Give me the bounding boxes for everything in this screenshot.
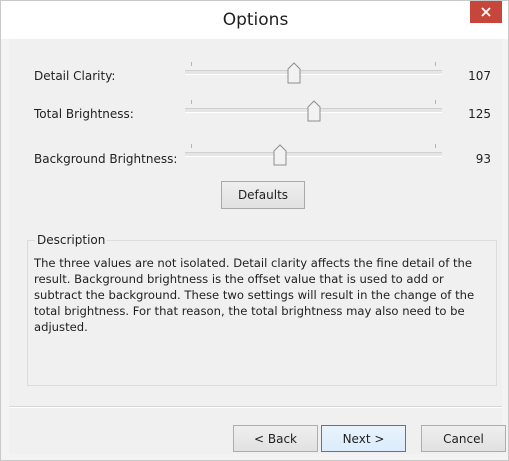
detail-clarity-slider[interactable] bbox=[185, 62, 442, 84]
back-button[interactable]: < Back bbox=[233, 425, 318, 452]
options-dialog: Options Detail Clarity: 107 Total Bright… bbox=[0, 0, 509, 461]
footer-separator bbox=[9, 406, 502, 408]
slider-tick bbox=[191, 62, 192, 66]
slider-tick bbox=[435, 100, 436, 104]
slider-tick bbox=[435, 144, 436, 148]
detail-clarity-value: 107 bbox=[468, 69, 491, 83]
slider-thumb[interactable] bbox=[287, 62, 301, 84]
title-bar: Options bbox=[1, 1, 508, 39]
next-button[interactable]: Next > bbox=[321, 425, 406, 452]
slider-tick bbox=[435, 62, 436, 66]
detail-clarity-label: Detail Clarity: bbox=[34, 69, 116, 83]
slider-track bbox=[185, 70, 442, 75]
total-brightness-slider[interactable] bbox=[185, 100, 442, 122]
description-legend: Description bbox=[35, 233, 108, 247]
slider-thumb[interactable] bbox=[307, 100, 321, 122]
slider-thumb[interactable] bbox=[273, 144, 287, 166]
defaults-button[interactable]: Defaults bbox=[221, 181, 305, 209]
background-brightness-slider[interactable] bbox=[185, 144, 442, 166]
close-button[interactable] bbox=[470, 1, 502, 23]
slider-track bbox=[185, 152, 442, 157]
background-brightness-value: 93 bbox=[475, 152, 491, 166]
description-group: Description The three values are not iso… bbox=[27, 233, 497, 386]
close-icon bbox=[481, 7, 491, 17]
description-text: The three values are not isolated. Detai… bbox=[34, 256, 475, 334]
dialog-title: Options bbox=[222, 10, 289, 30]
background-brightness-label: Background Brightness: bbox=[34, 152, 178, 166]
slider-tick bbox=[191, 100, 192, 104]
dialog-content: Detail Clarity: 107 Total Brightness: 12… bbox=[9, 39, 506, 454]
slider-tick bbox=[191, 144, 192, 148]
cancel-button[interactable]: Cancel bbox=[421, 425, 506, 452]
total-brightness-value: 125 bbox=[468, 107, 491, 121]
total-brightness-label: Total Brightness: bbox=[34, 107, 134, 121]
